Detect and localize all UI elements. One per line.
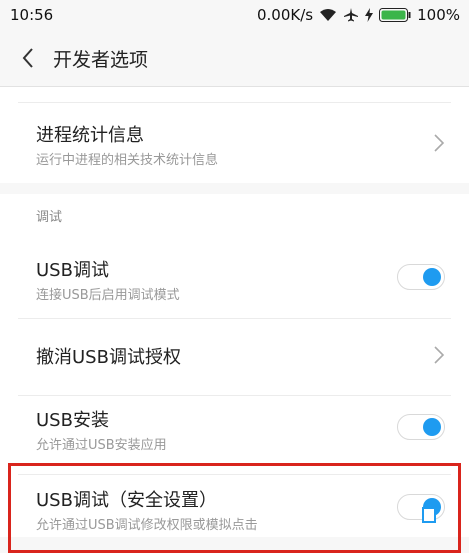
revoke-usb-row[interactable]: 撤消USB调试授权 — [0, 319, 469, 395]
toggle-knob — [423, 268, 441, 286]
settings-card-top: 进程统计信息 运行中进程的相关技术统计信息 — [0, 87, 469, 183]
charging-icon — [365, 8, 374, 22]
process-stats-title: 进程统计信息 — [36, 125, 144, 146]
status-right: 0.00K/s 100% — [257, 6, 460, 24]
usb-debug-toggle[interactable] — [397, 264, 445, 290]
process-stats-row[interactable]: 进程统计信息 运行中进程的相关技术统计信息 — [0, 103, 469, 183]
highlight-box — [8, 463, 461, 553]
app-header: 开发者选项 — [0, 30, 469, 87]
status-bar: 10:56 0.00K/s 100% — [0, 0, 469, 30]
chevron-right-icon — [434, 346, 445, 364]
network-speed: 0.00K/s — [257, 6, 314, 24]
usb-debug-title: USB调试 — [36, 260, 109, 281]
process-stats-subtitle: 运行中进程的相关技术统计信息 — [36, 153, 219, 168]
back-arrow-icon — [22, 48, 33, 68]
usb-install-toggle[interactable] — [397, 414, 445, 440]
battery-icon — [379, 8, 411, 22]
usb-debug-row[interactable]: USB调试 连接USB后启用调试模式 — [0, 236, 469, 318]
cursor-marker-icon — [422, 507, 436, 523]
usb-debug-subtitle: 连接USB后启用调试模式 — [36, 288, 180, 303]
battery-percent: 100% — [417, 6, 460, 24]
chevron-right-icon — [434, 134, 445, 152]
page-title: 开发者选项 — [53, 49, 149, 71]
airplane-icon — [343, 7, 359, 23]
wifi-icon — [319, 8, 337, 22]
usb-install-subtitle: 允许通过USB安装应用 — [36, 438, 167, 453]
section-header-debug: 调试 — [36, 210, 63, 225]
usb-install-title: USB安装 — [36, 410, 109, 431]
status-time: 10:56 — [10, 6, 54, 24]
revoke-usb-title: 撤消USB调试授权 — [36, 347, 181, 368]
back-button[interactable] — [18, 45, 40, 71]
toggle-knob — [423, 418, 441, 436]
